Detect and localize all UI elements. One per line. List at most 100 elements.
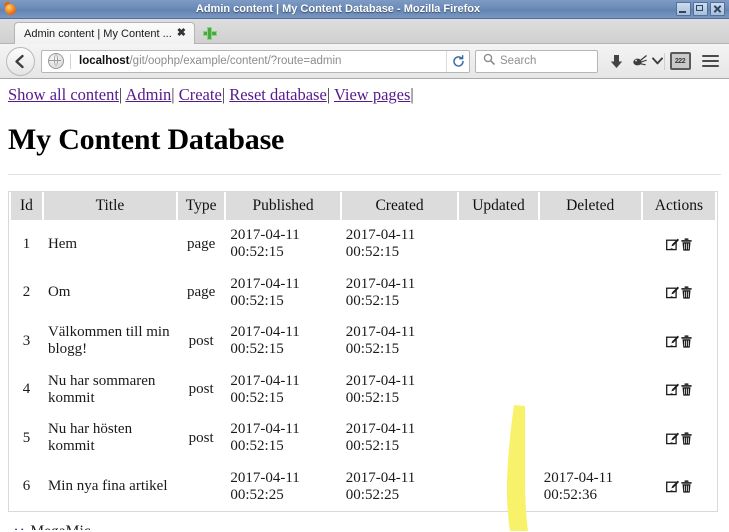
browser-window: Admin content | My Content Database - Mo… [0,0,729,531]
cell-deleted: 2017-04-11 00:52:36 [543,469,614,503]
cell-id: 5 [22,429,31,446]
cell-updated [459,366,537,415]
new-tab-icon[interactable] [202,25,218,41]
edit-button[interactable] [665,430,680,446]
table-row: 3 Välkommen till min blogg! post 2017-04-11… [11,317,715,366]
nav-link-show-all-content[interactable]: Show all content [8,85,119,104]
search-icon [483,52,495,70]
delete-button[interactable] [680,430,693,446]
window-titlebar: Admin content | My Content Database - Mo… [0,0,729,19]
reader-badge-icon: 222 [669,52,691,70]
edit-icon[interactable] [665,286,679,299]
trash-icon[interactable] [681,238,692,251]
column-header-deleted[interactable]: Deleted [539,192,641,220]
delete-button[interactable] [680,333,693,349]
cell-type: page [186,284,216,301]
table-row: 2 Om page 2017-04-11 00:52:15 2017-04-11 00:52… [11,269,715,318]
cell-actions [643,317,715,366]
cell-created: 2017-04-11 00:52:15 [345,372,416,406]
delete-button[interactable] [680,478,693,494]
edit-button[interactable] [665,381,680,397]
table-header-row: Id Title Type Published Created Updated … [11,192,715,220]
trash-icon[interactable] [681,335,692,348]
cell-created: 2017-04-11 00:52:15 [345,324,416,358]
cell-title: Om [47,284,71,301]
trash-icon[interactable] [681,432,692,445]
delete-button[interactable] [680,236,693,252]
nav-link-admin[interactable]: Admin [125,85,171,104]
cell-published: 2017-04-11 00:52:15 [230,227,300,261]
close-window-button[interactable] [710,2,725,16]
reload-button[interactable] [446,50,469,72]
site-identity-icon[interactable] [48,53,64,69]
cell-id: 1 [22,235,31,252]
nav-link-create[interactable]: Create [179,85,222,104]
table-body: 1 Hem page 2017-04-11 00:52:15 2017-04-11 00:5… [11,220,715,511]
search-box[interactable]: Search [475,49,598,73]
pocket-dropdown-button[interactable] [650,57,664,65]
url-bar[interactable]: localhost/git/oophp/example/content/?rou… [41,49,470,73]
delete-button[interactable] [680,284,693,300]
cell-title: Välkommen till min blogg! [47,324,170,358]
table-row: 5 Nu har hösten kommit post 2017-04-11 00:52… [11,414,715,463]
column-header-created[interactable]: Created [341,192,458,220]
cell-deleted [540,317,641,366]
edit-button[interactable] [665,333,680,349]
trash-icon[interactable] [681,480,692,493]
edit-icon[interactable] [665,383,679,396]
cell-title: Nu har sommaren kommit [47,372,156,406]
reader-mode-button[interactable]: 222 [665,52,695,70]
trash-icon[interactable] [681,286,692,299]
cell-actions [643,414,715,463]
trash-icon[interactable] [681,383,692,396]
page-title: My Content Database [8,123,285,156]
nav-link-reset-database[interactable]: Reset database [229,85,327,104]
cell-type: post [188,381,214,398]
column-header-updated[interactable]: Updated [459,192,538,220]
cell-published: 2017-04-11 00:52:25 [230,469,300,503]
edit-icon[interactable] [665,238,679,251]
cell-type: page [186,235,216,252]
cell-title: Hem [47,235,78,252]
pocket-button[interactable] [628,54,650,68]
cell-actions [643,463,715,512]
edit-button[interactable] [665,236,680,252]
tab-close-icon[interactable]: ✖ [175,28,188,39]
site-nav: Show all content| Admin| Create| Reset d… [8,80,721,105]
nav-separator: | [118,85,123,104]
cell-published: 2017-04-11 00:52:15 [230,421,300,455]
app-menu-button[interactable] [695,52,725,70]
nav-separator: | [410,85,414,104]
minimize-button[interactable] [676,2,691,16]
column-header-published[interactable]: Published [226,192,340,220]
cell-id: 6 [22,478,31,495]
edit-icon[interactable] [665,480,679,493]
column-header-id[interactable]: Id [11,192,42,220]
column-header-title[interactable]: Title [43,192,176,220]
firefox-logo-icon [3,0,19,17]
cell-updated [459,414,537,463]
column-header-type[interactable]: Type [177,192,225,220]
delete-button[interactable] [680,381,693,397]
edit-button[interactable] [665,284,680,300]
tab-admin-content[interactable]: Admin content | My Content ... ✖ [14,22,195,44]
back-button[interactable] [6,46,35,76]
cell-deleted [540,414,641,463]
navigation-toolbar: localhost/git/oophp/example/content/?rou… [0,44,729,79]
edit-button[interactable] [665,478,680,494]
cell-updated [459,269,537,318]
cell-created: 2017-04-11 00:52:15 [345,421,416,455]
cell-title: Min nya fina artikel [47,478,168,495]
cell-title: Nu har hösten kommit [47,421,133,455]
table-row: 6 Min nya fina artikel 2017-04-11 00:52:25 2… [11,463,715,512]
edit-icon[interactable] [665,335,679,348]
cell-deleted [540,269,641,318]
cell-type: post [188,332,214,349]
content-table: Id Title Type Published Created Updated … [8,191,718,512]
cell-type [178,463,224,512]
maximize-button[interactable] [693,2,708,16]
url-path: /git/oophp/example/content/?route=admin [129,55,342,67]
edit-icon[interactable] [665,432,679,445]
downloads-button[interactable] [604,54,628,69]
nav-link-view-pages[interactable]: View pages [334,85,410,104]
